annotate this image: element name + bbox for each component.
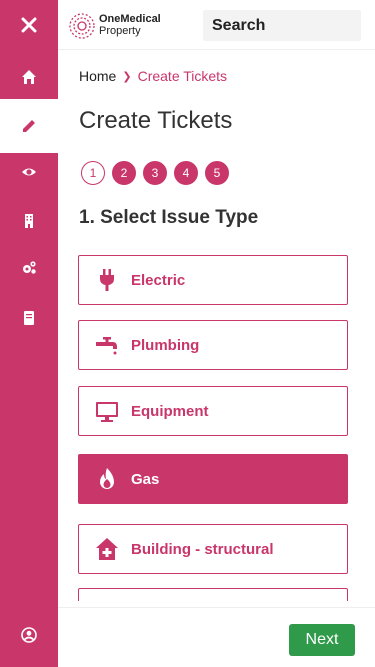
issue-option-plumbing[interactable]: Plumbing bbox=[78, 320, 348, 370]
faucet-icon bbox=[93, 331, 121, 359]
sidebar-close-button[interactable] bbox=[0, 0, 58, 50]
brand-name-line2: Property bbox=[99, 25, 141, 37]
issue-option-electric[interactable]: Electric bbox=[78, 255, 348, 305]
search-input[interactable]: Search bbox=[203, 10, 361, 41]
sidebar-item-view[interactable] bbox=[0, 147, 58, 197]
breadcrumb-current: Create Tickets bbox=[137, 68, 228, 84]
sidebar-item-settings[interactable] bbox=[0, 243, 58, 293]
page-title: Create Tickets bbox=[79, 107, 233, 134]
home-icon bbox=[22, 70, 36, 84]
building-icon bbox=[25, 214, 33, 228]
sidebar bbox=[0, 0, 58, 667]
monitor-icon bbox=[93, 397, 121, 425]
step-2[interactable]: 2 bbox=[112, 161, 136, 185]
eye-icon bbox=[22, 168, 36, 176]
user-circle-icon bbox=[21, 627, 37, 643]
sidebar-item-buildings[interactable] bbox=[0, 196, 58, 246]
issue-label: Gas bbox=[131, 470, 160, 488]
step-1[interactable]: 1 bbox=[81, 161, 105, 185]
step-3[interactable]: 3 bbox=[143, 161, 167, 185]
section-title: 1. Select Issue Type bbox=[79, 207, 259, 228]
gears-icon bbox=[23, 261, 36, 274]
close-icon bbox=[21, 17, 37, 33]
sidebar-item-home[interactable] bbox=[0, 52, 58, 102]
sidebar-item-profile[interactable] bbox=[0, 610, 58, 660]
next-button[interactable]: Next bbox=[289, 624, 355, 656]
step-indicator: 1 2 3 4 5 bbox=[81, 161, 236, 185]
sidebar-item-create-ticket[interactable] bbox=[0, 99, 58, 153]
issue-option-more[interactable] bbox=[78, 588, 348, 601]
issue-label: Equipment bbox=[131, 402, 209, 420]
book-icon bbox=[24, 311, 34, 325]
step-5[interactable]: 5 bbox=[205, 161, 229, 185]
issue-label: Electric bbox=[131, 271, 186, 289]
breadcrumb-home[interactable]: Home bbox=[79, 68, 116, 84]
issue-label: Plumbing bbox=[131, 336, 200, 354]
breadcrumb: Home ❯ Create Tickets bbox=[79, 68, 227, 84]
footer-bar: Next bbox=[58, 607, 375, 667]
brand-name: OneMedical Property bbox=[99, 13, 161, 37]
step-4[interactable]: 4 bbox=[174, 161, 198, 185]
issue-label: Building - structural bbox=[131, 540, 274, 558]
issue-option-gas[interactable]: Gas bbox=[78, 454, 348, 504]
plug-icon bbox=[93, 266, 121, 294]
issue-type-list[interactable]: Electric Plumbing Equipment Gas Building… bbox=[78, 255, 348, 601]
chevron-right-icon: ❯ bbox=[122, 70, 132, 83]
logo-icon bbox=[69, 13, 95, 39]
brand-name-line1: OneMedical bbox=[99, 13, 161, 25]
house-medical-icon bbox=[93, 535, 121, 563]
issue-option-building-structural[interactable]: Building - structural bbox=[78, 524, 348, 574]
top-bar: OneMedical Property Search bbox=[58, 0, 375, 50]
sidebar-item-docs[interactable] bbox=[0, 293, 58, 343]
flame-icon bbox=[93, 465, 121, 493]
pencil-icon bbox=[23, 120, 35, 132]
issue-option-equipment[interactable]: Equipment bbox=[78, 386, 348, 436]
